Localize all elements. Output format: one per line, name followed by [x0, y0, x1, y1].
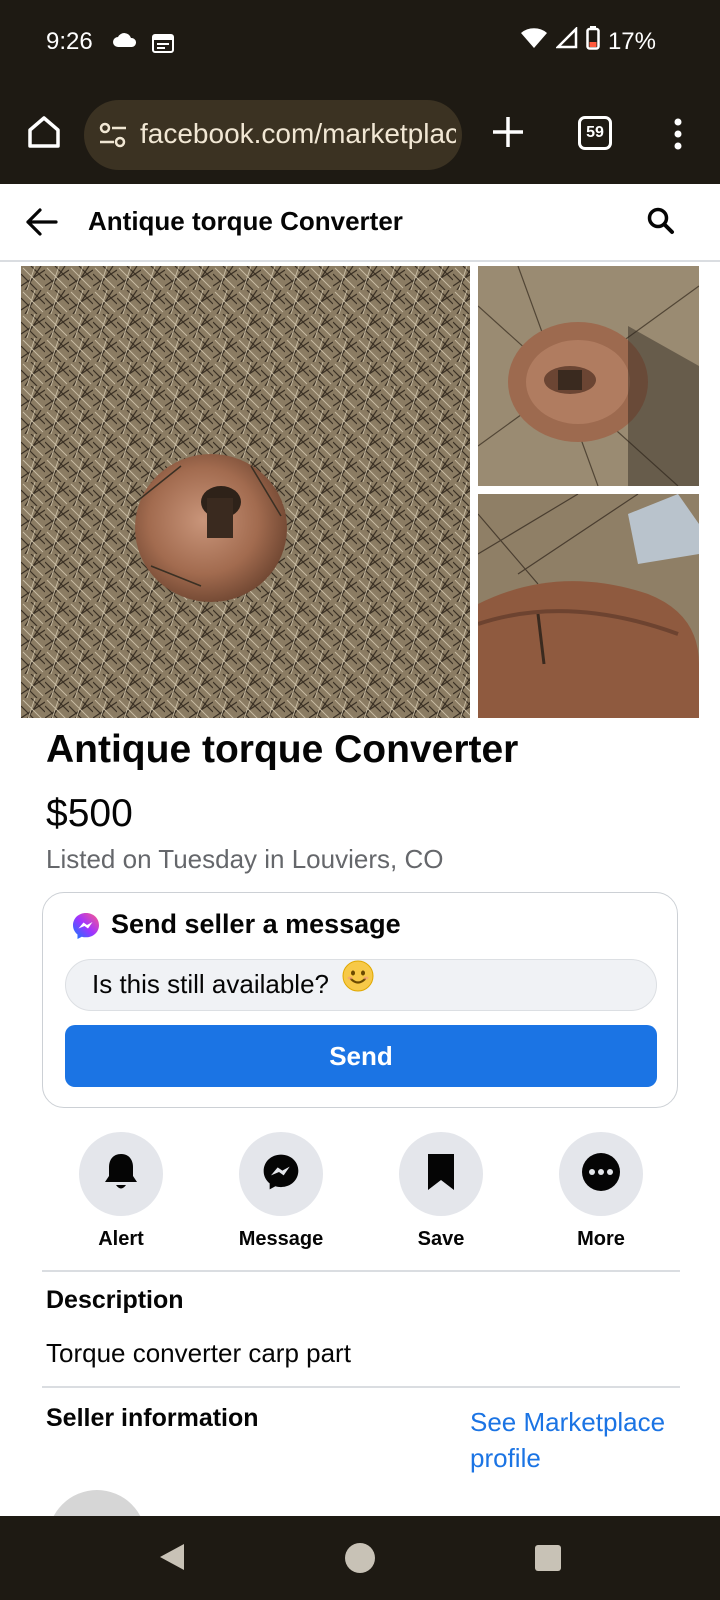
divider	[42, 1270, 680, 1272]
listing-meta: Listed on Tuesday in Louviers, CO	[46, 844, 444, 874]
alert-action-label: Alert	[98, 1228, 144, 1250]
save-action-circle[interactable]	[399, 1132, 483, 1216]
save-action-label: Save	[417, 1228, 465, 1250]
status-time: 9:26	[46, 28, 93, 55]
wifi-icon	[520, 27, 548, 56]
alert-action[interactable]: Alert	[51, 1132, 191, 1251]
seller-heading: Seller information	[46, 1404, 259, 1432]
smiley-emoji-icon	[342, 959, 374, 1007]
calendar-icon	[152, 33, 174, 58]
system-nav-bar	[0, 1516, 720, 1600]
side-photo-top[interactable]	[478, 266, 699, 486]
more-action-label: More	[577, 1228, 625, 1250]
nav-recents-icon[interactable]	[534, 1544, 562, 1577]
more-action-circle[interactable]	[559, 1132, 643, 1216]
url-bar[interactable]: facebook.com/marketplace	[84, 100, 462, 170]
tab-switcher-button[interactable]: 59	[578, 116, 612, 150]
message-action-label: Message	[238, 1228, 324, 1250]
messenger-logo-icon	[71, 911, 101, 946]
nav-home-icon[interactable]	[344, 1542, 376, 1579]
message-card: Send seller a message Is this still avai…	[42, 892, 678, 1108]
listing-title: Antique torque Converter	[46, 728, 519, 771]
message-action[interactable]: Message	[211, 1132, 351, 1251]
battery-icon	[586, 26, 600, 57]
save-action[interactable]: Save	[371, 1132, 511, 1251]
cloud-icon	[112, 31, 138, 54]
description-text: Torque converter carp part	[46, 1338, 351, 1368]
side-photo-bottom[interactable]	[478, 494, 699, 718]
status-bar: 9:26 17%	[0, 0, 720, 86]
browser-toolbar: facebook.com/marketplace 59	[0, 86, 720, 184]
back-arrow-icon[interactable]	[24, 204, 60, 245]
message-action-circle[interactable]	[239, 1132, 323, 1216]
url-text[interactable]: facebook.com/marketplace	[140, 118, 456, 150]
listing-price: $500	[46, 792, 133, 835]
site-settings-icon[interactable]	[98, 122, 128, 155]
home-icon[interactable]	[24, 112, 64, 152]
bookmark-icon	[425, 1152, 457, 1197]
battery-percent: 17%	[607, 27, 656, 55]
more-icon	[581, 1152, 621, 1197]
message-input-value: Is this still available?	[92, 969, 329, 999]
marketplace-profile-link[interactable]: See Marketplace profile	[470, 1404, 690, 1476]
nav-back-icon[interactable]	[158, 1542, 186, 1577]
overflow-menu-icon[interactable]	[666, 114, 690, 154]
more-action[interactable]: More	[531, 1132, 671, 1251]
bell-icon	[102, 1151, 140, 1198]
signal-icon	[554, 25, 578, 56]
message-input[interactable]: Is this still available?	[65, 959, 657, 1011]
description-heading: Description	[46, 1286, 184, 1314]
message-card-title: Send seller a message	[111, 909, 401, 939]
page-header: Antique torque Converter	[0, 184, 720, 262]
alert-action-circle[interactable]	[79, 1132, 163, 1216]
page-title: Antique torque Converter	[88, 206, 403, 236]
new-tab-icon[interactable]	[488, 112, 528, 152]
divider	[42, 1386, 680, 1388]
search-icon[interactable]	[646, 206, 676, 241]
status-right: 17%	[520, 25, 656, 57]
send-button[interactable]: Send	[65, 1025, 657, 1087]
main-photo[interactable]	[21, 266, 470, 718]
messenger-icon	[261, 1152, 301, 1197]
